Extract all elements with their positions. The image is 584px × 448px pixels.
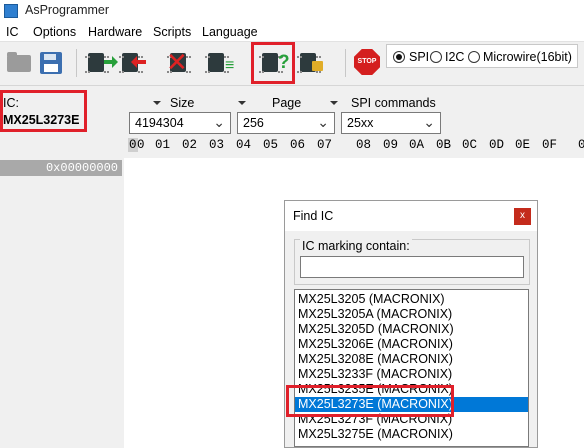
- save-icon: [40, 52, 62, 74]
- write-chip-button[interactable]: [118, 47, 148, 77]
- hex-col: 0E: [515, 138, 531, 152]
- microwire-radio[interactable]: [468, 51, 480, 63]
- protect-chip-button[interactable]: [296, 47, 326, 77]
- menu-bar: IC Options Hardware Scripts Language: [0, 22, 584, 42]
- write-options-dropdown[interactable]: [153, 101, 161, 105]
- results-list[interactable]: MX25L3205 (MACRONIX) MX25L3205A (MACRONI…: [294, 289, 529, 447]
- spi-radio[interactable]: [393, 51, 405, 63]
- hex-col: 03: [209, 138, 225, 152]
- address-cell: 0x00000000: [0, 160, 122, 176]
- save-file-button[interactable]: [36, 47, 66, 77]
- address-column: [0, 158, 124, 448]
- equals-icon: ≡: [225, 57, 235, 74]
- hex-col: 0: [137, 138, 145, 152]
- arrow-left-icon: [131, 56, 146, 68]
- hex-col: 0C: [462, 138, 478, 152]
- selected-ic-highlight: [286, 385, 454, 417]
- list-item[interactable]: MX25L3275E (MACRONIX): [295, 427, 528, 442]
- hex-col: 05: [263, 138, 279, 152]
- erase-chip-button[interactable]: ✕: [166, 47, 196, 77]
- chevron-down-icon: [317, 117, 329, 130]
- toolbar-separator: [345, 49, 346, 77]
- protect-options-dropdown[interactable]: [330, 101, 338, 105]
- ic-name-highlight: [0, 90, 87, 132]
- arrow-right-icon: [104, 56, 118, 68]
- marking-label: IC marking contain:: [300, 239, 412, 253]
- toolbar-separator: [76, 49, 77, 77]
- page-select[interactable]: 256: [237, 112, 335, 134]
- page-value: 256: [243, 116, 264, 130]
- menu-ic[interactable]: IC: [6, 25, 19, 39]
- verify-options-dropdown[interactable]: [238, 101, 246, 105]
- lock-icon: [312, 61, 323, 71]
- hex-col: 07: [317, 138, 333, 152]
- size-select[interactable]: 4194304: [129, 112, 231, 134]
- list-item[interactable]: MX25L3205A (MACRONIX): [295, 307, 528, 322]
- protocol-radio-group: SPI I2C Microwire(16bit): [386, 44, 578, 68]
- hex-col: 04: [236, 138, 252, 152]
- read-chip-button[interactable]: [84, 47, 118, 77]
- hex-col: 01: [155, 138, 171, 152]
- title-bar: AsProgrammer: [0, 0, 584, 22]
- hex-col: 0F: [542, 138, 558, 152]
- menu-scripts[interactable]: Scripts: [153, 25, 191, 39]
- size-value: 4194304: [135, 116, 184, 130]
- i2c-label: I2C: [445, 50, 465, 64]
- list-item[interactable]: MX25L3205D (MACRONIX): [295, 322, 528, 337]
- list-item[interactable]: MX25L3208E (MACRONIX): [295, 352, 528, 367]
- spi-commands-label: SPI commands: [351, 96, 436, 110]
- dialog-title: Find IC: [293, 209, 334, 223]
- page-label: Page: [272, 96, 302, 110]
- close-button[interactable]: x: [514, 208, 531, 225]
- i2c-radio[interactable]: [430, 51, 442, 63]
- menu-hardware[interactable]: Hardware: [88, 25, 142, 39]
- open-file-button[interactable]: [4, 47, 34, 77]
- hex-col: 0A: [409, 138, 425, 152]
- chip-icon: [85, 53, 107, 73]
- menu-options[interactable]: Options: [33, 25, 76, 39]
- hex-col: 06: [290, 138, 306, 152]
- chip-icon: [205, 53, 227, 73]
- chevron-down-icon: [423, 117, 435, 130]
- list-item[interactable]: MX25L3205 (MACRONIX): [295, 292, 528, 307]
- spi-commands-select[interactable]: 25xx: [341, 112, 441, 134]
- app-icon: [4, 4, 18, 18]
- chevron-down-icon: [213, 117, 225, 130]
- hex-col: 0: [578, 138, 584, 152]
- window-title: AsProgrammer: [25, 3, 110, 17]
- read-id-highlight: [251, 42, 295, 84]
- hex-col: 08: [356, 138, 372, 152]
- erase-x-icon: ✕: [166, 47, 188, 77]
- marking-group: IC marking contain:: [294, 239, 530, 285]
- marking-search-input[interactable]: [300, 256, 524, 278]
- hex-col: 0B: [436, 138, 452, 152]
- folder-icon: [7, 52, 31, 72]
- spi-label: SPI: [409, 50, 430, 64]
- verify-chip-button[interactable]: ≡: [204, 47, 234, 77]
- spi-commands-value: 25xx: [347, 116, 374, 130]
- hex-col: 0D: [489, 138, 505, 152]
- size-label: Size: [170, 96, 195, 110]
- hex-col: 02: [182, 138, 198, 152]
- menu-language[interactable]: Language: [202, 25, 258, 39]
- list-item[interactable]: MX25L3206E (MACRONIX): [295, 337, 528, 352]
- list-item[interactable]: MX25L3233F (MACRONIX): [295, 367, 528, 382]
- microwire-label: Microwire(16bit): [483, 50, 572, 64]
- hex-col: 09: [383, 138, 399, 152]
